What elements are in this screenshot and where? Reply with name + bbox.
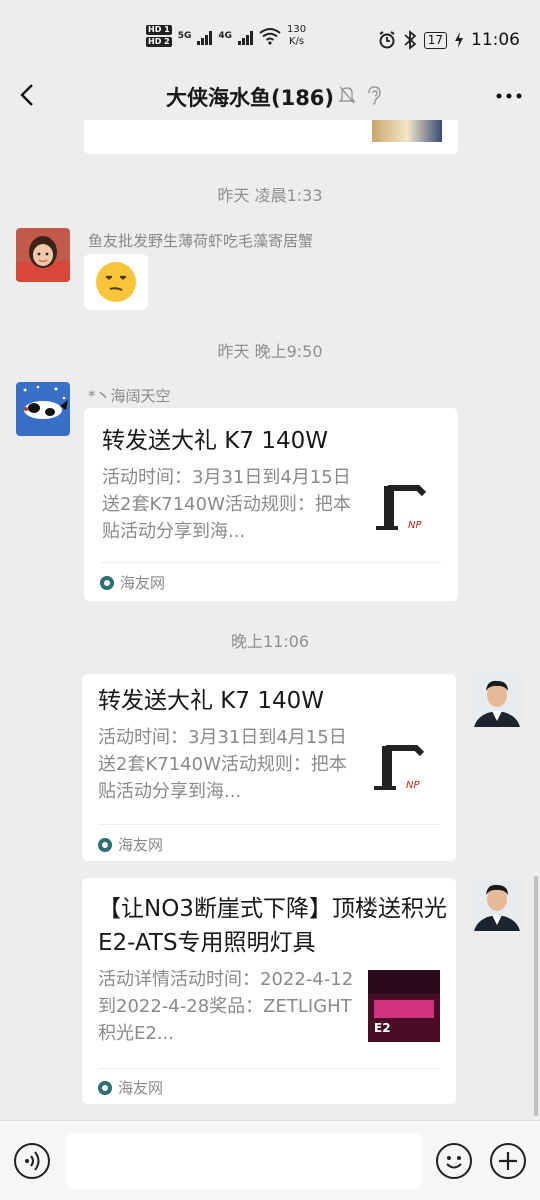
alarm-icon bbox=[379, 31, 395, 49]
card-title: 转发送大礼 K7 140W bbox=[102, 428, 328, 454]
sender-name: *丶海阔天空 bbox=[88, 387, 171, 405]
message-input[interactable] bbox=[66, 1133, 422, 1189]
link-card[interactable]: 【让NO3断崖式下降】顶楼送积光E2-ATS专用照明灯具 活动详情活动时间：20… bbox=[82, 878, 456, 1104]
bluetooth-icon bbox=[404, 30, 416, 50]
status-right: 17 11:06 bbox=[378, 30, 520, 50]
wifi-icon bbox=[259, 28, 281, 45]
status-bar: HD 1 HD 2 5G 4G 130 K/s 17 11:06 bbox=[0, 0, 540, 72]
card-title: 【让NO3断崖式下降】顶楼送积光E2-ATS专用照明灯具 bbox=[98, 896, 447, 956]
scrollbar[interactable] bbox=[534, 876, 538, 1116]
card-source-label: 海友网 bbox=[120, 574, 166, 592]
emoji-icon[interactable] bbox=[436, 1143, 472, 1179]
timestamp: 晚上11:06 bbox=[230, 632, 310, 651]
card-source: 海友网 bbox=[98, 1077, 163, 1098]
card-source-label: 海友网 bbox=[118, 1079, 164, 1097]
bell-off-icon bbox=[338, 86, 356, 104]
card-divider bbox=[100, 562, 442, 563]
timestamp: 昨天 凌晨1:33 bbox=[217, 186, 323, 205]
card-title: 转发送大礼 K7 140W bbox=[98, 688, 324, 714]
net-speed: 130 K/s bbox=[287, 24, 306, 48]
chat-area[interactable]: 昨天 凌晨1:33 鱼友批发野生薄荷虾吃毛藻寄居蟹 昨天 晚上9:50 *丶海阔… bbox=[0, 120, 540, 1120]
plus-icon[interactable] bbox=[490, 1143, 526, 1179]
chat-header: 大侠海水鱼(186) bbox=[0, 72, 540, 120]
network-5g: 5G bbox=[177, 31, 192, 41]
card-thumbnail: NP bbox=[370, 472, 442, 544]
sender-name: 鱼友批发野生薄荷虾吃毛藻寄居蟹 bbox=[88, 232, 314, 250]
card-divider bbox=[98, 824, 440, 825]
card-description: 活动时间：3月31日到4月15日送2套K7140W活动规则：把本贴活动分享到海.… bbox=[102, 467, 351, 542]
signal-icon-2 bbox=[238, 27, 253, 45]
card-description: 活动时间：3月31日到4月15日送2套K7140W活动规则：把本贴活动分享到海.… bbox=[98, 727, 347, 802]
battery-level: 17 bbox=[423, 31, 447, 49]
card-thumbnail: E2 bbox=[368, 970, 440, 1042]
link-card[interactable]: 转发送大礼 K7 140W 活动时间：3月31日到4月15日送2套K7140W活… bbox=[84, 408, 458, 601]
clock: 11:06 bbox=[471, 30, 520, 50]
link-card[interactable]: 转发送大礼 K7 140W 活动时间：3月31日到4月15日送2套K7140W活… bbox=[82, 674, 456, 861]
charging-icon bbox=[455, 32, 463, 48]
ear-icon bbox=[368, 86, 381, 105]
more-dots-icon[interactable] bbox=[494, 84, 524, 108]
status-left: HD 1 HD 2 5G 4G 130 K/s bbox=[146, 24, 306, 48]
card-source: 海友网 bbox=[100, 572, 165, 593]
card-divider bbox=[98, 1068, 440, 1069]
avatar[interactable] bbox=[16, 382, 70, 436]
card-thumbnail: NP bbox=[368, 732, 440, 804]
partial-thumb-image bbox=[372, 120, 442, 142]
input-bar bbox=[0, 1120, 540, 1200]
network-4g: 4G bbox=[218, 31, 232, 41]
chat-title[interactable]: 大侠海水鱼(186) bbox=[0, 82, 540, 112]
net-speed-unit: K/s bbox=[288, 36, 305, 47]
partial-card[interactable] bbox=[84, 120, 458, 154]
source-logo-icon bbox=[100, 575, 114, 590]
card-source-label: 海友网 bbox=[118, 836, 164, 854]
svg-text:NP: NP bbox=[408, 520, 422, 531]
avatar-self[interactable] bbox=[470, 877, 524, 931]
avatar-self[interactable] bbox=[470, 673, 524, 727]
card-description: 活动详情活动时间：2022-4-12到2022-4-28奖品：ZETLIGHT积… bbox=[98, 969, 354, 1044]
hd1-badge: HD 1 bbox=[146, 25, 172, 35]
emoji-bubble[interactable] bbox=[84, 254, 148, 310]
sim-indicators: HD 1 HD 2 bbox=[146, 25, 172, 47]
svg-text:NP: NP bbox=[406, 780, 420, 791]
net-speed-value: 130 bbox=[287, 24, 307, 35]
title-icons bbox=[338, 85, 382, 105]
hd2-badge: HD 2 bbox=[146, 37, 172, 47]
card-source: 海友网 bbox=[98, 834, 163, 855]
source-logo-icon bbox=[98, 837, 112, 852]
smirk-emoji-icon bbox=[96, 262, 136, 302]
avatar[interactable] bbox=[16, 228, 70, 282]
thumb-label: E2 bbox=[374, 1021, 391, 1035]
timestamp: 昨天 晚上9:50 bbox=[217, 342, 323, 361]
signal-icon bbox=[197, 27, 213, 45]
voice-icon[interactable] bbox=[14, 1143, 50, 1179]
source-logo-icon bbox=[98, 1080, 112, 1095]
